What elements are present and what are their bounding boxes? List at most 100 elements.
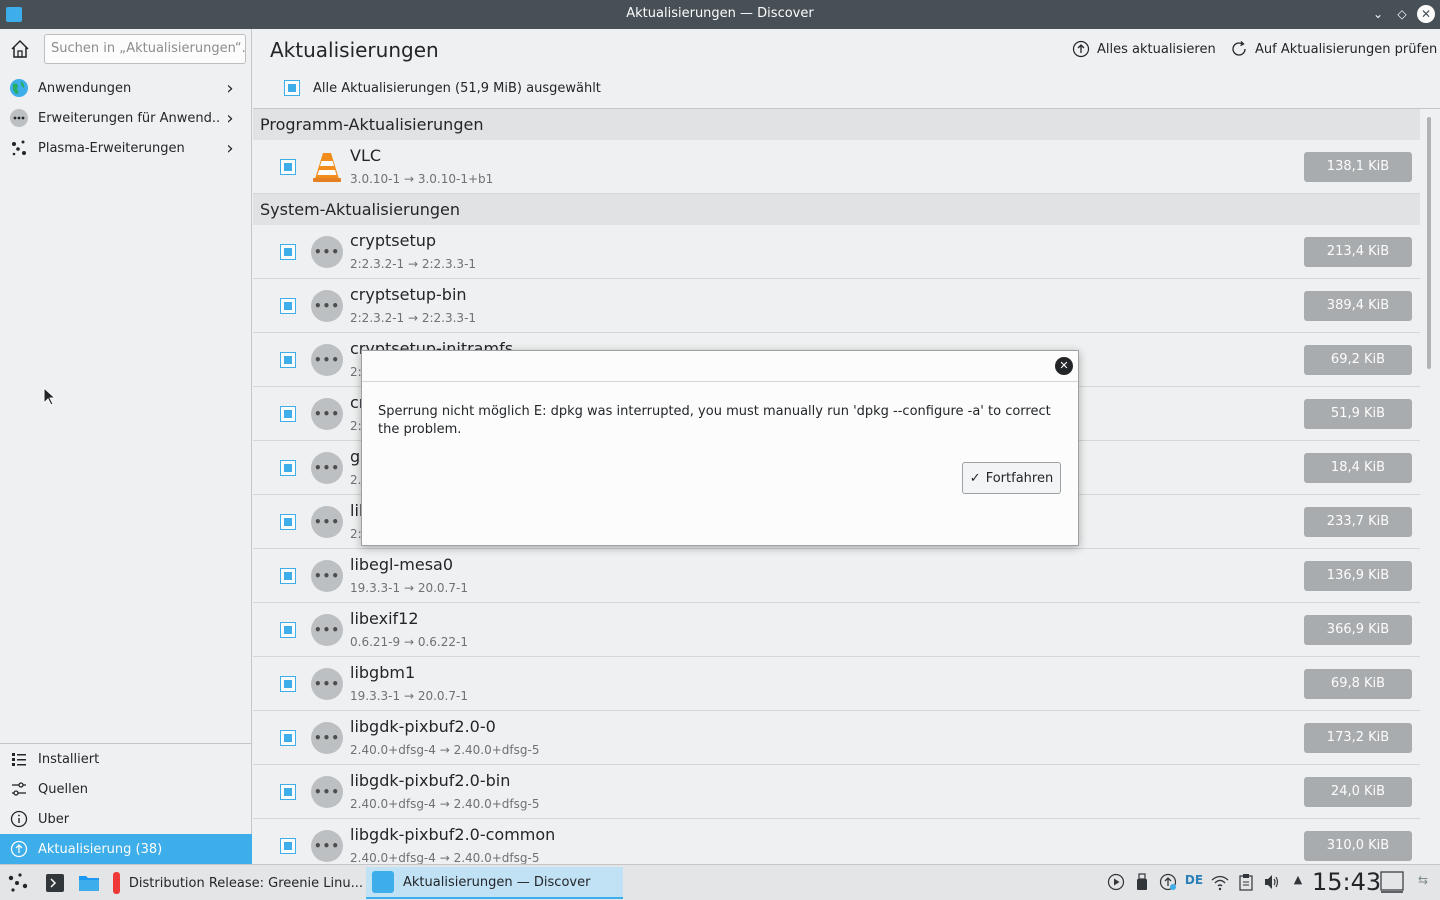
- clock[interactable]: 15:43: [1312, 868, 1381, 896]
- sidebar-item-installed[interactable]: Installiert: [0, 744, 252, 774]
- check-updates-button[interactable]: Auf Aktualisierungen prüfen: [1230, 40, 1437, 58]
- maximize-icon[interactable]: ◇: [1393, 5, 1411, 23]
- size-badge[interactable]: 51,9 KiB: [1304, 399, 1412, 429]
- checkbox[interactable]: [280, 784, 296, 800]
- usb-device-icon[interactable]: [1132, 873, 1152, 894]
- package-more-icon: •••: [311, 398, 343, 430]
- checkbox[interactable]: [280, 406, 296, 422]
- checkbox[interactable]: [280, 244, 296, 260]
- update-notifier-icon[interactable]: [1158, 873, 1178, 894]
- update-row-vlc[interactable]: VLC 3.0.10-1 → 3.0.10-1+b1 138,1 KiB: [253, 140, 1420, 194]
- check-updates-label: Auf Aktualisierungen prüfen: [1255, 41, 1438, 57]
- continue-label: Fortfahren: [985, 470, 1054, 486]
- update-row[interactable]: ••• libexif12 0.6.21-9 → 0.6.22-1 366,9 KiB: [253, 603, 1420, 657]
- taskbar: Distribution Release: Greenie Linu... Ak…: [0, 864, 1440, 900]
- close-dialog-icon[interactable]: ✕: [1055, 357, 1073, 375]
- checkbox[interactable]: [280, 568, 296, 584]
- update-row[interactable]: ••• libegl-mesa0 19.3.3-1 → 20.0.7-1 136,9 …: [253, 549, 1420, 603]
- size-badge[interactable]: 233,7 KiB: [1304, 507, 1412, 537]
- package-version: 2:2.3.2-1 → 2:2.3.3-1: [350, 257, 477, 271]
- size-badge[interactable]: 18,4 KiB: [1304, 453, 1412, 483]
- task-vivaldi[interactable]: Distribution Release: Greenie Linu...: [107, 867, 363, 899]
- checkbox[interactable]: [280, 676, 296, 692]
- size-badge[interactable]: 138,1 KiB: [1304, 152, 1412, 182]
- size-badge[interactable]: 213,4 KiB: [1304, 237, 1412, 267]
- search-input[interactable]: Suchen in „Aktualisierungen“...: [44, 34, 246, 64]
- package-name: cryptsetup-bin: [350, 285, 467, 304]
- checkbox[interactable]: [280, 622, 296, 638]
- package-more-icon: •••: [311, 506, 343, 538]
- checkbox[interactable]: [280, 514, 296, 530]
- show-desktop-icon[interactable]: [1380, 871, 1404, 896]
- file-manager-icon[interactable]: [77, 871, 101, 895]
- package-more-icon: •••: [311, 560, 343, 592]
- tray-expand-icon[interactable]: ▲: [1288, 873, 1308, 886]
- chevron-right-icon: ›: [226, 107, 234, 129]
- close-window-icon[interactable]: ✕: [1417, 5, 1435, 23]
- select-all-checkbox[interactable]: Alle Aktualisierungen (51,9 MiB) ausgewä…: [284, 80, 601, 96]
- sidebar-item-plasma-addons[interactable]: Plasma-Erweiterungen ›: [0, 133, 252, 163]
- size-badge[interactable]: 366,9 KiB: [1304, 615, 1412, 645]
- panel-settings-icon[interactable]: ⇆: [1413, 873, 1433, 887]
- home-icon[interactable]: [8, 37, 34, 63]
- keyboard-layout-indicator[interactable]: DE: [1184, 873, 1204, 887]
- clipboard-icon[interactable]: [1236, 873, 1256, 894]
- sidebar-item-sources[interactable]: Quellen: [0, 774, 252, 804]
- size-badge[interactable]: 69,2 KiB: [1304, 345, 1412, 375]
- update-icon: [9, 839, 29, 859]
- checkbox[interactable]: [280, 159, 296, 175]
- package-version: 0.6.21-9 → 0.6.22-1: [350, 635, 468, 649]
- checkbox[interactable]: [280, 352, 296, 368]
- checkbox[interactable]: [280, 460, 296, 476]
- size-badge[interactable]: 310,0 KiB: [1304, 831, 1412, 861]
- size-badge[interactable]: 24,0 KiB: [1304, 777, 1412, 807]
- update-all-button[interactable]: Alles aktualisieren: [1072, 40, 1216, 58]
- update-row[interactable]: ••• libgbm1 19.3.3-1 → 20.0.7-1 69,8 KiB: [253, 657, 1420, 711]
- app-launcher-icon[interactable]: [6, 871, 30, 895]
- sidebar-item-label: Anwendungen: [38, 80, 132, 96]
- package-more-icon: •••: [311, 452, 343, 484]
- sidebar-item-updates[interactable]: Aktualisierung (38): [0, 834, 252, 864]
- package-name: libgbm1: [350, 663, 416, 682]
- terminal-icon[interactable]: [43, 871, 67, 895]
- sidebar-item-applications[interactable]: Anwendungen ›: [0, 73, 252, 103]
- checkbox[interactable]: [284, 80, 300, 96]
- update-row[interactable]: ••• cryptsetup 2:2.3.2-1 → 2:2.3.3-1 213,4 …: [253, 225, 1420, 279]
- sidebar-item-label: Über: [38, 811, 70, 827]
- checkbox[interactable]: [280, 298, 296, 314]
- checkbox[interactable]: [280, 730, 296, 746]
- size-badge[interactable]: 389,4 KiB: [1304, 291, 1412, 321]
- package-more-icon: •••: [311, 236, 343, 268]
- size-badge[interactable]: 69,8 KiB: [1304, 669, 1412, 699]
- sidebar-item-about[interactable]: Über: [0, 804, 252, 834]
- package-name: libexif12: [350, 609, 419, 628]
- chevron-right-icon: ›: [226, 77, 234, 99]
- volume-icon[interactable]: [1262, 873, 1282, 894]
- vivaldi-icon: [113, 872, 120, 894]
- section-header-system: System-Aktualisierungen: [253, 194, 1420, 225]
- package-more-icon: •••: [311, 776, 343, 808]
- sidebar-item-app-addons[interactable]: Erweiterungen für Anwend... ›: [0, 103, 252, 133]
- task-label: Distribution Release: Greenie Linu...: [128, 875, 363, 891]
- minimize-icon[interactable]: ⌄: [1369, 5, 1387, 23]
- package-name: libgdk-pixbuf2.0-0: [350, 717, 496, 736]
- update-row[interactable]: ••• cryptsetup-bin 2:2.3.2-1 → 2:2.3.3-1 38…: [253, 279, 1420, 333]
- update-all-label: Alles aktualisieren: [1097, 41, 1216, 57]
- update-row[interactable]: ••• libgdk-pixbuf2.0-common 2.40.0+dfsg-4 …: [253, 819, 1420, 864]
- package-version: 2.40.0+dfsg-4 → 2.40.0+dfsg-5: [350, 743, 540, 757]
- package-name: libgdk-pixbuf2.0-common: [350, 825, 556, 844]
- wifi-icon[interactable]: [1210, 873, 1230, 894]
- media-player-icon[interactable]: [1106, 873, 1126, 894]
- update-row[interactable]: ••• libgdk-pixbuf2.0-bin 2.40.0+dfsg-4 → 2…: [253, 765, 1420, 819]
- package-more-icon: •••: [311, 668, 343, 700]
- task-discover[interactable]: Aktualisierungen — Discover: [366, 867, 623, 899]
- upload-circle-icon: [1072, 40, 1090, 58]
- package-version: 2.: [350, 473, 362, 487]
- scrollbar[interactable]: [1427, 117, 1431, 369]
- size-badge[interactable]: 173,2 KiB: [1304, 723, 1412, 753]
- checkbox[interactable]: [280, 838, 296, 854]
- package-version: 2:: [350, 527, 362, 541]
- continue-button[interactable]: ✓ Fortfahren: [962, 462, 1061, 494]
- update-row[interactable]: ••• libgdk-pixbuf2.0-0 2.40.0+dfsg-4 → 2.4…: [253, 711, 1420, 765]
- size-badge[interactable]: 136,9 KiB: [1304, 561, 1412, 591]
